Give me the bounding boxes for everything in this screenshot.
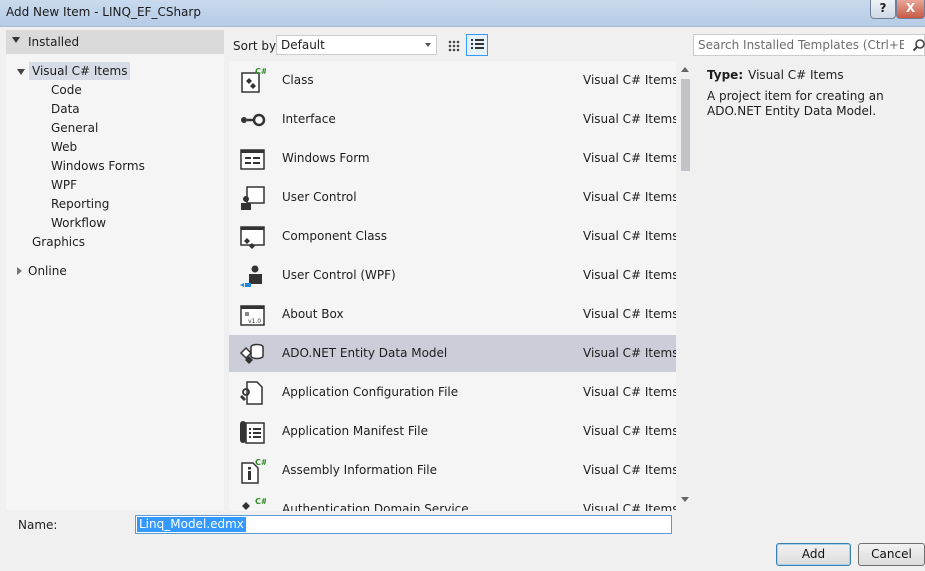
template-row-class[interactable]: C# Class Visual C# Items — [229, 62, 679, 99]
scroll-thumb[interactable] — [681, 79, 690, 171]
manifest-file-icon — [240, 421, 265, 444]
class-icon: C# — [241, 67, 266, 93]
sort-dropdown[interactable]: Default — [276, 35, 437, 55]
template-category: Visual C# Items — [583, 463, 679, 477]
tree-item-windows-forms[interactable]: Windows Forms — [51, 157, 145, 175]
installed-header[interactable]: Installed — [6, 30, 224, 54]
template-row-user-control[interactable]: User Control Visual C# Items — [229, 179, 679, 216]
template-name: Windows Form — [282, 151, 370, 165]
template-name: User Control — [282, 190, 357, 204]
template-category: Visual C# Items — [583, 346, 679, 360]
wpf-user-control-icon — [240, 265, 262, 287]
template-row-windows-form[interactable]: Windows Form Visual C# Items — [229, 140, 679, 177]
sort-by-label: Sort by: — [233, 39, 280, 53]
svg-text:C#: C# — [255, 497, 266, 506]
installed-label: Installed — [28, 35, 80, 49]
template-category: Visual C# Items — [583, 268, 679, 282]
template-name: Application Manifest File — [282, 424, 428, 438]
template-category: Visual C# Items — [583, 112, 679, 126]
svg-text:C#: C# — [255, 67, 266, 76]
template-row-auth-domain-service[interactable]: C# Authentication Domain Service Visual … — [229, 491, 679, 511]
add-button[interactable]: Add — [776, 543, 851, 566]
search-box — [693, 34, 925, 56]
template-row-app-config-file[interactable]: Application Configuration File Visual C#… — [229, 374, 679, 411]
expand-arrow-icon[interactable] — [17, 69, 25, 75]
template-category: Visual C# Items — [583, 385, 679, 399]
tree-item-workflow[interactable]: Workflow — [51, 214, 106, 232]
template-name: Component Class — [282, 229, 388, 243]
template-category: Visual C# Items — [583, 151, 679, 165]
template-row-about-box[interactable]: v1.0 About Box Visual C# Items — [229, 296, 679, 333]
domain-service-icon: C# — [242, 497, 266, 510]
details-type: Type: Visual C# Items — [707, 68, 922, 82]
details-type-label: Type: — [707, 68, 744, 82]
scroll-down-icon[interactable] — [681, 497, 689, 502]
interface-icon — [241, 113, 266, 127]
window-title: Add New Item - LINQ_EF_CSharp — [6, 5, 201, 19]
search-icon[interactable] — [912, 38, 925, 52]
template-category: Visual C# Items — [583, 424, 679, 438]
template-name: ADO.NET Entity Data Model — [282, 346, 448, 360]
tree-item-visual-csharp[interactable]: Visual C# Items — [29, 62, 131, 80]
expand-arrow-icon[interactable] — [17, 267, 22, 275]
tree-item-web[interactable]: Web — [51, 138, 77, 156]
template-category: Visual C# Items — [583, 190, 679, 204]
small-icons-view-icon — [448, 40, 460, 52]
name-field[interactable]: Linq_Model.edmx — [135, 515, 672, 534]
sort-value: Default — [281, 38, 325, 52]
cancel-button[interactable]: Cancel — [858, 543, 925, 566]
collapse-arrow-icon — [12, 37, 20, 43]
template-row-ado-net-entity-data-model[interactable]: ADO.NET Entity Data Model Visual C# Item… — [229, 335, 679, 372]
template-row-component-class[interactable]: Component Class Visual C# Items — [229, 218, 679, 255]
template-row-app-manifest-file[interactable]: Application Manifest File Visual C# Item… — [229, 413, 679, 450]
tree-item-online[interactable]: Online — [28, 262, 67, 280]
title-bar: Add New Item - LINQ_EF_CSharp ? X — [0, 0, 925, 27]
help-button[interactable]: ? — [870, 0, 896, 19]
template-name: Application Configuration File — [282, 385, 459, 399]
windows-form-icon — [240, 149, 265, 170]
tree-item-wpf[interactable]: WPF — [51, 176, 77, 194]
assembly-info-icon: C# — [241, 458, 266, 484]
search-input[interactable] — [694, 35, 904, 55]
config-file-icon — [240, 381, 263, 405]
templates-list: C# Class Visual C# Items Interface Visua… — [229, 61, 694, 511]
template-row-interface[interactable]: Interface Visual C# Items — [229, 101, 679, 138]
template-name: User Control (WPF) — [282, 268, 396, 282]
template-category: Visual C# Items — [583, 73, 679, 87]
chevron-down-icon — [425, 43, 431, 47]
details-type-value: Visual C# Items — [748, 68, 844, 82]
list-view-button[interactable] — [466, 34, 488, 56]
template-name: About Box — [282, 307, 344, 321]
about-box-icon: v1.0 — [240, 305, 265, 326]
name-label: Name: — [18, 518, 58, 532]
tree-item-graphics[interactable]: Graphics — [32, 233, 85, 251]
category-tree: Installed Visual C# Items Code Data Gene… — [6, 30, 224, 510]
tree-item-data[interactable]: Data — [51, 100, 80, 118]
template-category: Visual C# Items — [583, 502, 679, 511]
template-name: Interface — [282, 112, 336, 126]
template-name: Authentication Domain Service — [282, 502, 469, 511]
list-view-icon — [471, 39, 484, 52]
template-row-assembly-info-file[interactable]: C# Assembly Information File Visual C# I… — [229, 452, 679, 489]
tree-item-reporting[interactable]: Reporting — [51, 195, 109, 213]
template-name: Assembly Information File — [282, 463, 438, 477]
template-name: Class — [282, 73, 314, 87]
name-field-value[interactable]: Linq_Model.edmx — [137, 517, 246, 532]
component-class-icon — [240, 226, 265, 249]
template-category: Visual C# Items — [583, 307, 679, 321]
template-details: Type: Visual C# Items A project item for … — [707, 68, 922, 119]
close-button[interactable]: X — [896, 0, 925, 19]
templates-scrollbar[interactable] — [676, 61, 694, 511]
small-icons-view-button[interactable] — [442, 34, 464, 56]
svg-text:v1.0: v1.0 — [248, 318, 261, 325]
template-row-user-control-wpf[interactable]: User Control (WPF) Visual C# Items — [229, 257, 679, 294]
details-description: A project item for creating an ADO.NET E… — [707, 89, 884, 118]
tree-item-general[interactable]: General — [51, 119, 98, 137]
svg-text:C#: C# — [255, 458, 266, 467]
entity-data-model-icon — [239, 343, 264, 364]
template-category: Visual C# Items — [583, 229, 679, 243]
tree-item-code[interactable]: Code — [51, 81, 82, 99]
user-control-icon — [241, 186, 265, 210]
scroll-up-icon[interactable] — [681, 67, 689, 72]
